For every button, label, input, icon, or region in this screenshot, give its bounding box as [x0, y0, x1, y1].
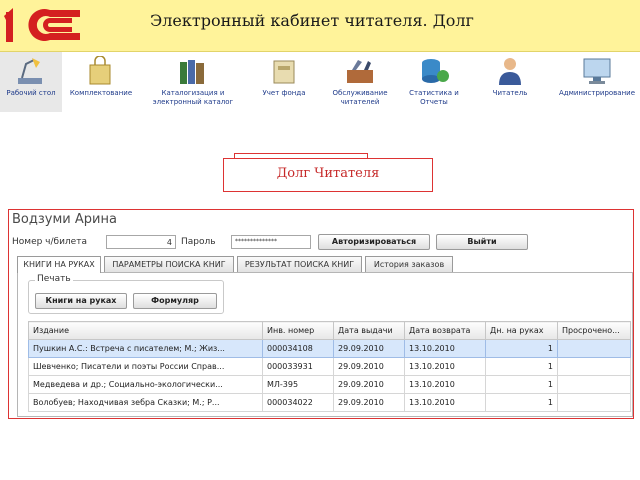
- column-header[interactable]: Дата возврата: [404, 321, 486, 340]
- password-label: Пароль: [181, 237, 216, 247]
- column-header[interactable]: Дата выдачи: [333, 321, 405, 340]
- toolbar-label: Рабочий стол: [6, 89, 56, 97]
- card-number-label: Номер ч/билета: [12, 237, 87, 247]
- table-row[interactable]: Пушкин А.С.: Встреча с писателем; М.; Жи…: [28, 339, 631, 358]
- reader-form-button[interactable]: Формуляр: [133, 293, 217, 309]
- cell-return-date: 13.10.2010: [404, 393, 486, 412]
- cell-edition: Шевченко; Писатели и поэты России Справ.…: [28, 357, 263, 376]
- toolbar-item-admin[interactable]: Администрирование: [554, 52, 640, 112]
- toolbar-label: Администрирование: [558, 89, 636, 97]
- debt-heading: Долг Читателя: [276, 166, 380, 181]
- password-input[interactable]: **************: [231, 235, 311, 249]
- toolbar-label: Обслуживание читателей: [332, 89, 388, 106]
- table-row[interactable]: Медведева и др.; Социально-экологически.…: [28, 375, 631, 394]
- cell-edition: Волобуев; Находчивая зебра Сказки; М.; Р…: [28, 393, 263, 412]
- cell-overdue: [557, 375, 631, 394]
- cell-days: 1: [485, 375, 558, 394]
- desk-lamp-icon: [18, 58, 42, 84]
- box-icon: [273, 60, 295, 84]
- toolbar-item-catalog[interactable]: Каталогизация и электронный каталог: [146, 52, 240, 112]
- cell-issue-date: 29.09.2010: [333, 393, 405, 412]
- table-row[interactable]: Шевченко; Писатели и поэты России Справ.…: [28, 357, 631, 376]
- cell-inventory: 000034022: [262, 393, 334, 412]
- cell-inventory: 000034108: [262, 339, 334, 358]
- cell-overdue: [557, 393, 631, 412]
- books-on-hand-button[interactable]: Книги на руках: [35, 293, 127, 309]
- 1c-logo: [4, 8, 80, 42]
- database-icon: [422, 59, 449, 83]
- cell-overdue: [557, 357, 631, 376]
- app-header: Электронный кабинет читателя. Долг: [0, 0, 640, 52]
- toolbar-item-reader[interactable]: Читатель: [482, 52, 538, 112]
- column-header[interactable]: Дн. на руках: [485, 321, 558, 340]
- column-header[interactable]: Просрочено...: [557, 321, 631, 340]
- monitor-icon: [583, 58, 611, 84]
- table-header-row: Издание Инв. номер Дата выдачи Дата возв…: [28, 321, 631, 340]
- toolbar-label: Комплектование: [69, 89, 133, 97]
- exit-button[interactable]: Выйти: [436, 234, 528, 250]
- toolbar-item-service[interactable]: Обслуживание читателей: [322, 52, 398, 112]
- main-toolbar: Рабочий стол Комплектование Каталогизаци…: [0, 52, 640, 112]
- shopping-bag-icon: [89, 56, 111, 85]
- reader-name: Водзуми Арина: [12, 212, 117, 227]
- cell-days: 1: [485, 357, 558, 376]
- toolbar-item-acquisition[interactable]: Комплектование: [62, 52, 140, 112]
- debt-heading-box: Долг Читателя: [223, 158, 433, 192]
- table-row[interactable]: Волобуев; Находчивая зебра Сказки; М.; Р…: [28, 393, 631, 412]
- books-icon: [180, 60, 204, 84]
- cell-inventory: 000033931: [262, 357, 334, 376]
- cell-inventory: МЛ-395: [262, 375, 334, 394]
- cell-return-date: 13.10.2010: [404, 339, 486, 358]
- cell-edition: Пушкин А.С.: Встреча с писателем; М.; Жи…: [28, 339, 263, 358]
- print-group: Печать Книги на руках Формуляр: [28, 274, 224, 314]
- column-header[interactable]: Инв. номер: [262, 321, 334, 340]
- cell-issue-date: 29.09.2010: [333, 339, 405, 358]
- column-header[interactable]: Издание: [28, 321, 263, 340]
- toolbar-label: Учет фонда: [262, 89, 306, 97]
- toolbar-item-statistics[interactable]: Статистика и Отчеты: [404, 52, 464, 112]
- cell-overdue: [557, 339, 631, 358]
- cell-days: 1: [485, 339, 558, 358]
- toolbar-item-desktop[interactable]: Рабочий стол: [0, 52, 62, 112]
- tab-search-params[interactable]: ПАРАМЕТРЫ ПОИСКА КНИГ: [104, 256, 234, 272]
- toolbar-label: Статистика и Отчеты: [409, 89, 459, 106]
- tab-order-history[interactable]: История заказов: [365, 256, 453, 272]
- authorize-button[interactable]: Авторизироваться: [318, 234, 430, 250]
- cell-days: 1: [485, 393, 558, 412]
- tab-search-results[interactable]: РЕЗУЛЬТАТ ПОИСКА КНИГ: [237, 256, 362, 272]
- toolbox-icon: [347, 60, 373, 83]
- cell-return-date: 13.10.2010: [404, 357, 486, 376]
- page-title: Электронный кабинет читателя. Долг: [150, 11, 474, 30]
- toolbar-label: Каталогизация и электронный каталог: [152, 89, 234, 106]
- print-group-title: Печать: [35, 274, 73, 284]
- cell-issue-date: 29.09.2010: [333, 357, 405, 376]
- cell-edition: Медведева и др.; Социально-экологически.…: [28, 375, 263, 394]
- card-number-input[interactable]: 4: [106, 235, 176, 249]
- toolbar-item-fund[interactable]: Учет фонда: [254, 52, 314, 112]
- cell-return-date: 13.10.2010: [404, 375, 486, 394]
- cell-issue-date: 29.09.2010: [333, 375, 405, 394]
- tab-books-on-hand[interactable]: КНИГИ НА РУКАХ: [17, 256, 101, 273]
- person-icon: [499, 58, 521, 85]
- reader-panel: Водзуми Арина Номер ч/билета 4 Пароль **…: [8, 209, 634, 419]
- toolbar-label: Читатель: [492, 89, 528, 97]
- loans-table: Издание Инв. номер Дата выдачи Дата возв…: [28, 321, 631, 412]
- tab-content: Печать Книги на руках Формуляр Издание И…: [17, 272, 633, 417]
